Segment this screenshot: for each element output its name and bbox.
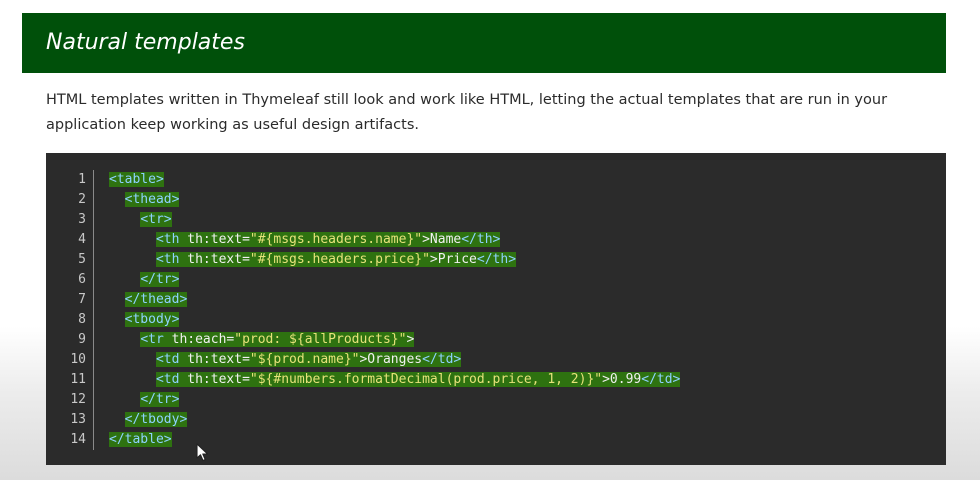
section-description: HTML templates written in Thymeleaf stil…: [46, 92, 888, 133]
code-token-str: "${#numbers.formatDecimal(prod.price, 1,…: [249, 372, 603, 387]
selection-highlight: <td th:text="${#numbers.formatDecimal(pr…: [155, 372, 681, 387]
code-token-tag: <tr: [140, 332, 164, 347]
code-line: <th th:text="#{msgs.headers.name}">Name<…: [109, 230, 680, 250]
code-token-attr: th:each=: [163, 332, 235, 347]
code-token-text: >Name: [422, 232, 462, 247]
selection-highlight: <thead>: [124, 192, 180, 207]
code-line: </tr>: [109, 270, 680, 290]
line-number: 3: [78, 212, 86, 227]
code-token-tag: </th>: [476, 252, 517, 267]
code-token-tag: </tbody>: [124, 412, 188, 427]
code-block[interactable]: 1 2 3 4 5 6 7 8 9 10 11 12 13 14 <table> <thead> <tr>…: [46, 153, 946, 465]
code-lines: <table> <thead> <tr> <th th:text="#{msgs…: [109, 170, 681, 450]
code-line: </tbody>: [109, 410, 680, 430]
line-number: 7: [78, 292, 86, 307]
selection-highlight: <tbody>: [124, 312, 180, 327]
code-token-tag: <table>: [109, 172, 164, 187]
code-token-tag: </table>: [109, 432, 172, 447]
code-token-tag: <th: [155, 252, 180, 267]
selection-highlight: </tr>: [140, 272, 180, 287]
code-token-tag: <td: [155, 372, 180, 387]
code-token-text: >Price: [429, 252, 477, 267]
line-number: 8: [78, 312, 86, 327]
code-token-str: "#{msgs.headers.price}": [249, 252, 430, 267]
code-line: <tr>: [109, 210, 680, 230]
line-number: 13: [70, 412, 86, 427]
code-token-str: "${prod.name}": [249, 352, 360, 367]
code-token-text: >: [406, 332, 415, 347]
line-number-gutter: 1 2 3 4 5 6 7 8 9 10 11 12 13 14: [46, 170, 86, 450]
code-token-str: "#{msgs.headers.name}": [249, 232, 423, 247]
selection-highlight: <table>: [109, 172, 164, 187]
line-number: 2: [78, 192, 86, 207]
line-number: 12: [70, 392, 86, 407]
gutter-divider: [93, 170, 94, 450]
selection-highlight: <td th:text="${prod.name}">Oranges</td>: [155, 352, 462, 367]
selection-highlight: <th th:text="#{msgs.headers.price}">Pric…: [155, 252, 517, 267]
code-token-tag: </td>: [422, 352, 462, 367]
code-line: <th th:text="#{msgs.headers.price}">Pric…: [109, 250, 680, 270]
selection-highlight: </tbody>: [124, 412, 188, 427]
line-number: 1: [78, 172, 86, 187]
code-line: </thead>: [109, 290, 680, 310]
code-token-attr: th:text=: [179, 372, 250, 387]
code-token-tag: <thead>: [124, 192, 180, 207]
line-number: 11: [70, 372, 86, 387]
line-number: 14: [70, 432, 86, 447]
code-token-tag: <tr>: [140, 212, 172, 227]
code-line: </tr>: [109, 390, 680, 410]
code-line: <tbody>: [109, 310, 680, 330]
line-number: 5: [78, 252, 86, 267]
code-token-attr: th:text=: [179, 352, 250, 367]
selection-highlight: <tr th:each="prod: ${allProducts}">: [140, 332, 415, 347]
code-token-tag: </td>: [641, 372, 681, 387]
selection-highlight: <th th:text="#{msgs.headers.name}">Name<…: [155, 232, 501, 247]
code-token-tag: </tr>: [140, 272, 180, 287]
code-token-tag: </th>: [461, 232, 501, 247]
code-token-str: "prod: ${allProducts}": [234, 332, 407, 347]
code-token-tag: <td: [155, 352, 180, 367]
code-line: <table>: [109, 170, 680, 190]
code-line: <thead>: [109, 190, 680, 210]
line-number: 10: [70, 352, 86, 367]
code-line: </table>: [109, 430, 680, 450]
code-token-text: >0.99: [602, 372, 642, 387]
mouse-pointer-icon: [196, 443, 209, 462]
code-token-tag: <th: [155, 232, 180, 247]
code-token-text: >Oranges: [359, 352, 423, 367]
selection-highlight: <tr>: [140, 212, 172, 227]
section-header: Natural templates: [22, 13, 946, 73]
section-title: Natural templates: [46, 30, 245, 55]
line-number: 6: [78, 272, 86, 287]
code-line: <td th:text="${#numbers.formatDecimal(pr…: [109, 370, 681, 390]
selection-highlight: </tr>: [140, 392, 180, 407]
selection-highlight: </table>: [109, 432, 172, 447]
code-token-tag: <tbody>: [124, 312, 180, 327]
code-token-attr: th:text=: [179, 252, 250, 267]
line-number: 9: [78, 332, 86, 347]
code-line: <td th:text="${prod.name}">Oranges</td>: [109, 350, 680, 370]
selection-highlight: </thead>: [124, 292, 188, 307]
code-token-tag: </thead>: [124, 292, 188, 307]
code-token-tag: </tr>: [140, 392, 180, 407]
code-token-attr: th:text=: [179, 232, 250, 247]
line-number: 4: [78, 232, 86, 247]
code-line: <tr th:each="prod: ${allProducts}">: [109, 330, 680, 350]
